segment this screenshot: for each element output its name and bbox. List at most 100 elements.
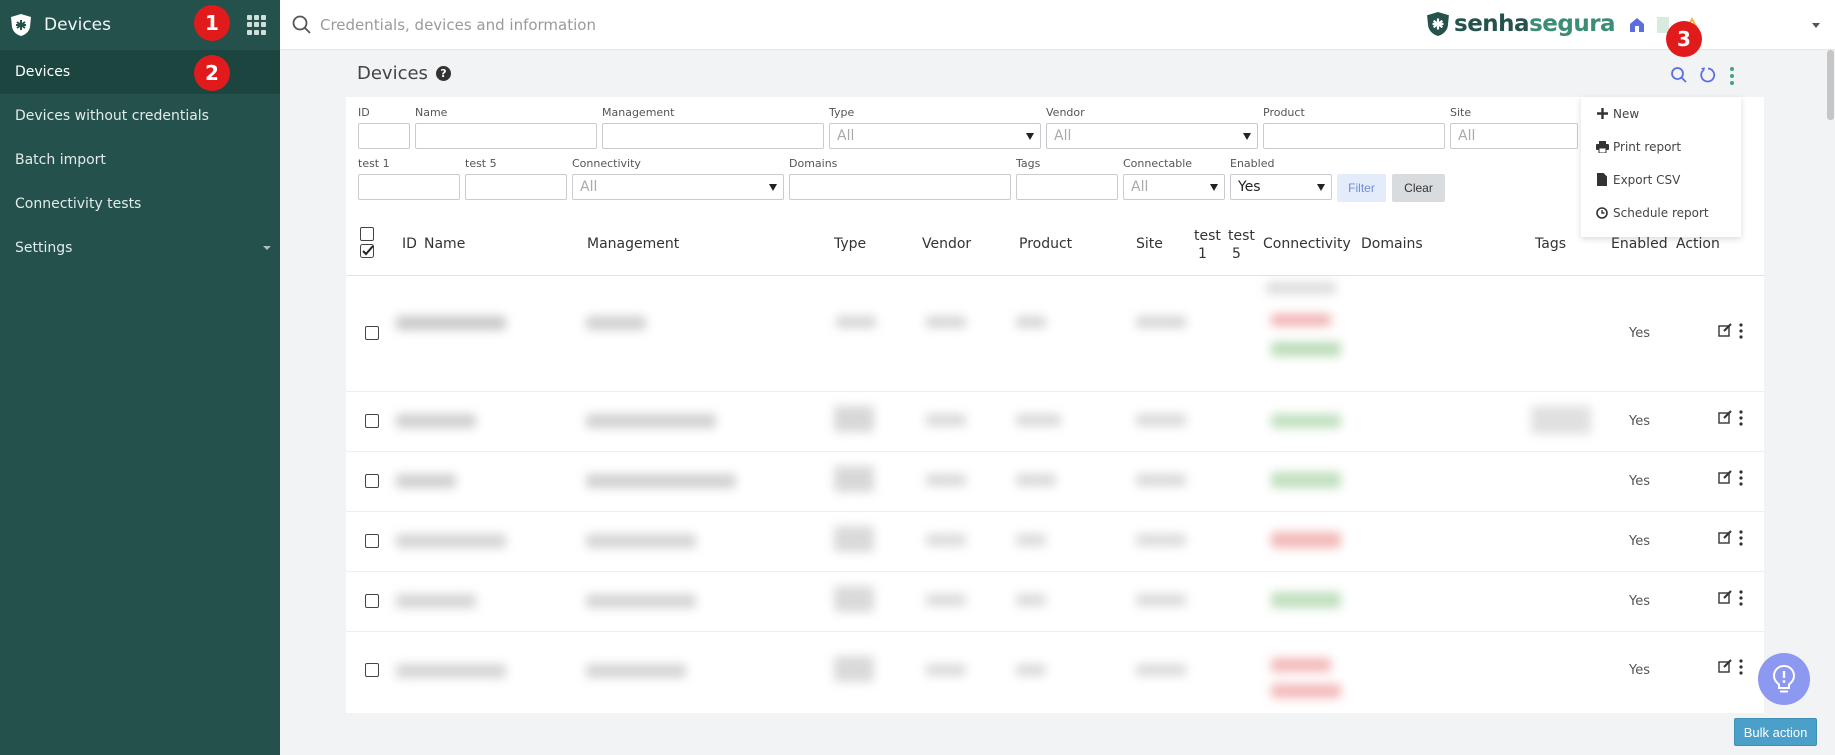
row-more-vertical-icon[interactable]: [1739, 530, 1743, 546]
row-more-vertical-icon[interactable]: [1739, 470, 1743, 486]
filter-tags-input[interactable]: [1016, 174, 1118, 200]
row-enabled: Yes: [1629, 474, 1650, 489]
filter-id-input[interactable]: [358, 123, 410, 149]
filter-test1-input[interactable]: [358, 174, 460, 200]
filter-label-connectivity: Connectivity: [572, 157, 641, 170]
global-search-input[interactable]: [320, 13, 820, 37]
column-header-product[interactable]: Product: [1019, 236, 1072, 252]
menu-item-label: New: [1613, 106, 1640, 121]
refresh-icon[interactable]: [1699, 66, 1717, 84]
column-header-site[interactable]: Site: [1136, 236, 1163, 252]
row-more-vertical-icon[interactable]: [1739, 590, 1743, 606]
filter-label-product: Product: [1263, 106, 1305, 119]
row-checkbox[interactable]: [365, 594, 379, 608]
dropdown-arrow-icon: [1026, 133, 1034, 140]
topbar: senhasegura: [280, 0, 1835, 50]
home-icon[interactable]: [1628, 16, 1646, 34]
row-checkbox[interactable]: [365, 534, 379, 548]
filter-vendor-select[interactable]: All: [1046, 123, 1258, 149]
row-more-vertical-icon[interactable]: [1739, 323, 1743, 339]
apps-grid-icon[interactable]: [247, 15, 267, 35]
sidebar-item-connectivity-tests[interactable]: Connectivity tests: [0, 182, 280, 226]
page-scrollbar[interactable]: [1827, 50, 1834, 120]
lightbulb-help-icon[interactable]: [1758, 653, 1810, 705]
menu-item-label: Print report: [1613, 139, 1682, 154]
bulk-action-button[interactable]: Bulk action: [1734, 718, 1817, 746]
menu-item-print-report[interactable]: Print report: [1581, 130, 1741, 163]
sidebar-item-batch-import[interactable]: Batch import: [0, 138, 280, 182]
column-header-test1[interactable]: test: [1194, 228, 1221, 244]
column-header-test1-num: 1: [1198, 246, 1207, 262]
filter-enabled-select[interactable]: Yes: [1230, 174, 1332, 200]
page-title: Devices ?: [357, 63, 451, 84]
menu-item-new[interactable]: New: [1581, 97, 1741, 130]
search-icon[interactable]: [1670, 66, 1688, 84]
edit-icon[interactable]: [1718, 410, 1732, 424]
more-vertical-icon[interactable]: [1729, 66, 1735, 86]
table-row[interactable]: Yes: [346, 392, 1764, 452]
sidebar-menu: Devices Devices without credentials Batc…: [0, 50, 280, 270]
column-header-tags[interactable]: Tags: [1535, 236, 1566, 252]
column-header-name[interactable]: Name: [424, 236, 465, 252]
filter-product-input[interactable]: [1263, 123, 1445, 149]
filter-site-select[interactable]: All: [1450, 123, 1578, 149]
sidebar-item-devices-without-credentials[interactable]: Devices without credentials: [0, 94, 280, 138]
table-row[interactable]: Yes: [346, 572, 1764, 632]
row-enabled: Yes: [1629, 594, 1650, 609]
filter-label-id: ID: [358, 106, 370, 119]
shield-logo-icon: [11, 14, 31, 36]
column-header-type[interactable]: Type: [834, 236, 866, 252]
edit-icon[interactable]: [1718, 659, 1732, 673]
sidebar-item-settings[interactable]: Settings: [0, 226, 280, 270]
column-header-test5-num: 5: [1232, 246, 1241, 262]
row-more-vertical-icon[interactable]: [1739, 410, 1743, 426]
table-row[interactable]: Yes: [346, 276, 1764, 392]
column-header-connectivity[interactable]: Connectivity: [1263, 236, 1351, 252]
check-all-icon[interactable]: [360, 244, 375, 259]
row-checkbox[interactable]: [365, 474, 379, 488]
edit-icon[interactable]: [1718, 590, 1732, 604]
row-enabled: Yes: [1629, 326, 1650, 341]
filter-domains-input[interactable]: [789, 174, 1011, 200]
sidebar: Devices Devices Devices without credenti…: [0, 0, 280, 755]
column-header-vendor[interactable]: Vendor: [922, 236, 971, 252]
filter-management-input[interactable]: [602, 123, 824, 149]
sidebar-item-label: Batch import: [15, 152, 106, 168]
edit-icon[interactable]: [1718, 323, 1732, 337]
menu-item-schedule-report[interactable]: Schedule report: [1581, 196, 1741, 229]
filter-label-management: Management: [602, 106, 675, 119]
column-header-enabled[interactable]: Enabled: [1611, 236, 1668, 252]
filter-connectivity-select[interactable]: All: [572, 174, 784, 200]
column-header-domains[interactable]: Domains: [1361, 236, 1423, 252]
column-header-management[interactable]: Management: [587, 236, 679, 252]
edit-icon[interactable]: [1718, 530, 1732, 544]
row-checkbox[interactable]: [365, 326, 379, 340]
brand-shield-icon: [1427, 12, 1449, 36]
table-row[interactable]: Yes: [346, 452, 1764, 512]
table-row[interactable]: Yes: [346, 632, 1764, 713]
sidebar-item-label: Connectivity tests: [15, 196, 142, 212]
select-all-checkbox[interactable]: [360, 227, 374, 241]
sidebar-item-label: Devices: [15, 64, 71, 80]
filter-test5-input[interactable]: [465, 174, 567, 200]
filter-connectable-select[interactable]: All: [1123, 174, 1225, 200]
filter-button[interactable]: Filter: [1337, 174, 1386, 202]
column-header-id[interactable]: ID: [402, 236, 417, 252]
user-menu-chevron-down-icon[interactable]: [1812, 23, 1820, 28]
menu-item-export-csv[interactable]: Export CSV: [1581, 163, 1741, 196]
clear-button[interactable]: Clear: [1392, 174, 1445, 202]
row-checkbox[interactable]: [365, 663, 379, 677]
column-header-test5[interactable]: test: [1228, 228, 1255, 244]
row-more-vertical-icon[interactable]: [1739, 659, 1743, 675]
sidebar-item-label: Settings: [15, 240, 73, 256]
filter-label-vendor: Vendor: [1046, 106, 1085, 119]
filter-type-select[interactable]: All: [829, 123, 1041, 149]
annotation-badge-2: 2: [194, 55, 230, 91]
table-row[interactable]: Yes: [346, 512, 1764, 572]
help-icon[interactable]: ?: [435, 66, 451, 81]
edit-icon[interactable]: [1718, 470, 1732, 484]
filter-name-input[interactable]: [415, 123, 597, 149]
sidebar-item-label: Devices without credentials: [15, 108, 209, 124]
sidebar-item-devices[interactable]: Devices: [0, 50, 280, 94]
row-checkbox[interactable]: [365, 414, 379, 428]
